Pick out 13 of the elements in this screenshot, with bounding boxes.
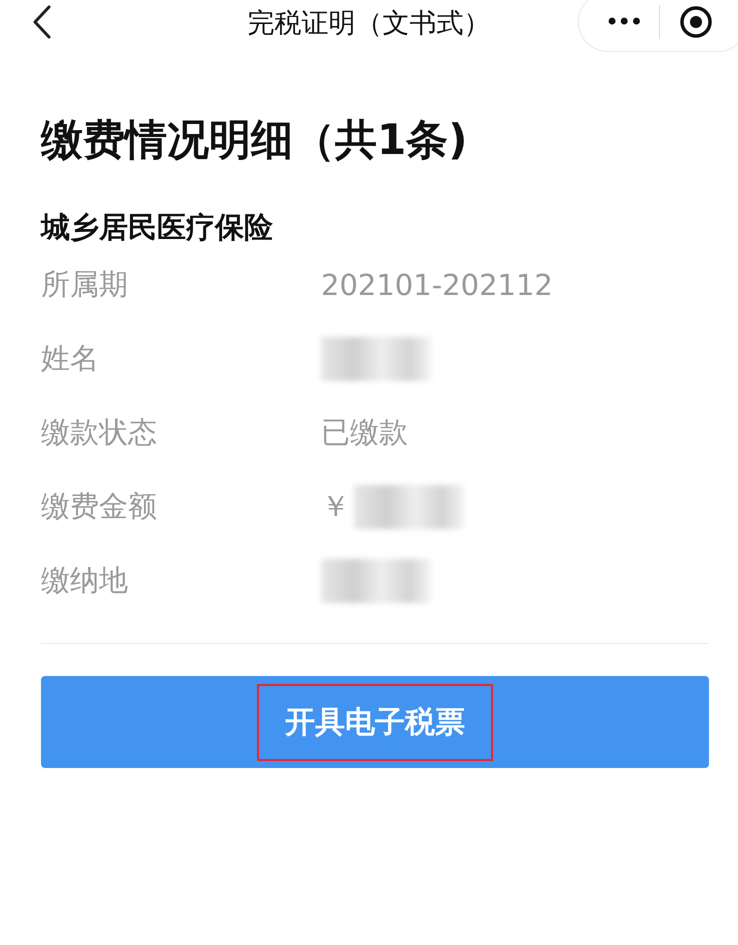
- field-label: 缴纳地: [41, 562, 129, 599]
- field-label: 姓名: [41, 340, 100, 377]
- insurance-title: 城乡居民医疗保险: [41, 209, 274, 246]
- field-label: 所属期: [41, 266, 129, 303]
- field-label: 缴款状态: [41, 414, 158, 451]
- section-heading: 缴费情况明细（共1条): [41, 114, 468, 166]
- field-value: ￥: [321, 488, 350, 525]
- more-button[interactable]: •••: [605, 8, 642, 36]
- field-value: 202101-202112: [321, 268, 553, 302]
- page-title: 完税证明（文书式）: [248, 7, 490, 41]
- back-icon[interactable]: [32, 4, 52, 40]
- field-label: 缴费金额: [41, 488, 158, 525]
- field-value: 已缴款: [321, 414, 408, 451]
